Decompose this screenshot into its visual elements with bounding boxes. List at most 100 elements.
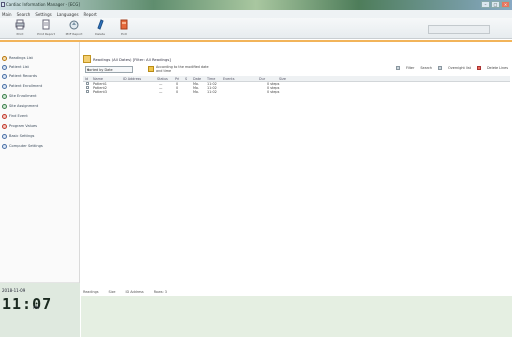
cell-date: Mo. (193, 90, 200, 94)
app-icon (1, 2, 5, 7)
sidebar-item-label: Site Enrollment (9, 94, 37, 98)
search-box[interactable] (428, 25, 490, 34)
site-assignment-icon (2, 103, 7, 109)
pdf-report-label: PDF Report (65, 32, 83, 36)
report-icon (42, 19, 50, 30)
sidebar-item-site-assignment[interactable]: Site Assignment (2, 102, 78, 110)
site-enrollment-icon (2, 93, 7, 99)
sidebar-item-label: Computer Settings (9, 144, 43, 148)
menu-item-search[interactable]: Search (17, 12, 31, 17)
row-checkbox[interactable] (86, 90, 89, 93)
column-header[interactable]: Pri (175, 77, 179, 81)
delete-label: Delete (95, 32, 105, 36)
delete-lines-icon[interactable] (476, 66, 481, 70)
detail-pane (81, 296, 512, 337)
status-address: ID Address (125, 290, 144, 294)
delete-lines-tool[interactable]: Delete Lines (487, 66, 508, 70)
pdf-report-button[interactable]: PDF Report (62, 19, 86, 38)
status-rows: Rows: 3 (153, 290, 167, 294)
print-report-button[interactable]: Print Report (34, 19, 58, 38)
column-header[interactable]: Events (223, 77, 234, 81)
window-title: Cardiac Information Manager - [ECG] (6, 2, 80, 7)
sidebar-item-label: Program Values (9, 124, 38, 128)
sidebar-item-label: Patient Records (9, 74, 37, 78)
column-header[interactable]: Dur (259, 77, 265, 81)
toolbar: Print Print Report PDF Report Delete Exi… (0, 18, 512, 39)
main-panel: Readings (All Dates) [Filter: All Readin… (81, 42, 512, 290)
column-header[interactable]: Time (207, 77, 215, 81)
status-size: Size (108, 290, 116, 294)
chevron-down-icon: ▾ (87, 67, 90, 72)
close-button[interactable]: × (501, 1, 510, 8)
cell-status: — (159, 90, 163, 94)
row-checkbox[interactable] (86, 86, 89, 89)
sidebar-item-patient-records[interactable]: Patient Records (2, 72, 78, 80)
print-button[interactable]: Print (8, 19, 32, 38)
menu-bar: Main Search Settings Languages Report (0, 10, 512, 18)
sidebar-item-site-enrollment[interactable]: Site Enrollment (2, 92, 78, 100)
exit-button[interactable]: Exit (112, 19, 136, 38)
sidebar-item-find-event[interactable]: Find Event (2, 112, 78, 120)
exit-label: Exit (121, 32, 127, 36)
overnight-tool[interactable]: Overnight list (448, 66, 471, 70)
folder-icon (83, 55, 91, 63)
clock-panel: 2018-11-09 11:07 AM (0, 283, 80, 337)
computer-settings-icon (2, 143, 7, 149)
find-event-icon (2, 113, 7, 119)
print-report-label: Print Report (37, 32, 55, 36)
maximize-button[interactable]: □ (491, 1, 500, 8)
filter-toggle-icon[interactable] (395, 66, 400, 70)
sidebar-item-patient-list[interactable]: Patient List (2, 63, 78, 71)
menu-item-settings[interactable]: Settings (35, 12, 51, 17)
patient-list-icon (2, 64, 7, 70)
column-header[interactable]: Date (193, 77, 201, 81)
page-title: Readings (All Dates) [Filter: All Readin… (93, 56, 171, 62)
sidebar-item-label: Patient List (9, 65, 29, 69)
readings-header: Readings (All Dates) [Filter: All Readin… (83, 55, 171, 63)
readings-table: Id Name ID Address Status Pri S Date Tim… (83, 76, 510, 94)
sidebar-item-patient-enrollment[interactable]: Patient Enrollment (2, 82, 78, 90)
overnight-icon[interactable] (438, 66, 443, 70)
cell-size: 0 steps (267, 90, 280, 94)
column-header[interactable]: Size (279, 77, 286, 81)
pdf-icon (69, 20, 79, 30)
minimize-button[interactable]: – (481, 1, 490, 8)
sidebar-item-basic-settings[interactable]: Basic Settings (2, 132, 78, 140)
menu-item-report[interactable]: Report (84, 12, 97, 17)
sort-select[interactable]: Sorted by Date ▾ (85, 66, 133, 73)
right-tools: Filter Search Overnight list Delete Line… (395, 66, 508, 70)
clock-time: 11:07 (2, 295, 53, 313)
search-tool[interactable]: Search (420, 66, 432, 70)
sidebar-item-label: Patient Enrollment (9, 84, 43, 88)
sidebar-item-label: Find Event (9, 114, 28, 118)
patient-enrollment-icon (2, 83, 7, 89)
column-header[interactable]: S (185, 77, 187, 81)
basic-settings-icon (2, 133, 7, 139)
table-row[interactable]: Patient3 — 0 Mo. 11:02 0 steps (83, 90, 510, 94)
column-header[interactable]: Name (93, 77, 103, 81)
sidebar-item-label: Basic Settings (9, 134, 35, 138)
sidebar-item-computer-settings[interactable]: Computer Settings (2, 142, 78, 150)
program-values-icon (2, 123, 7, 129)
title-bar: Cardiac Information Manager - [ECG] – □ … (0, 0, 512, 10)
print-label: Print (16, 32, 24, 36)
column-header[interactable]: ID Address (123, 77, 141, 81)
cell-pri: 0 (176, 90, 179, 94)
filter-tool[interactable]: Filter (406, 66, 414, 70)
clock-date: 2018-11-09 (2, 288, 26, 293)
cell-time: 11:02 (207, 90, 217, 94)
menu-item-languages[interactable]: Languages (57, 12, 79, 17)
window-controls: – □ × (481, 1, 510, 8)
row-checkbox[interactable] (86, 82, 89, 85)
column-header[interactable]: Status (157, 77, 168, 81)
status-readings: Readings (83, 290, 99, 294)
column-header[interactable]: Id (85, 77, 88, 81)
delete-button[interactable]: Delete (88, 19, 112, 38)
menu-item-main[interactable]: Main (2, 12, 12, 17)
status-bar: Readings Size ID Address Rows: 3 (81, 290, 512, 294)
sidebar-item-label: Readings List (9, 56, 33, 60)
sidebar-item-readings-list[interactable]: Readings List (2, 54, 78, 62)
filter-row: Sorted by Date ▾ According to the modifi… (83, 65, 510, 75)
sidebar-item-program-values[interactable]: Program Values (2, 122, 78, 130)
filter-icon (148, 66, 154, 72)
